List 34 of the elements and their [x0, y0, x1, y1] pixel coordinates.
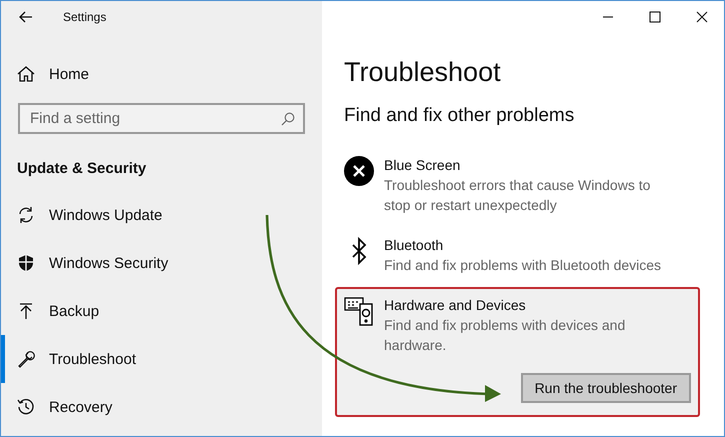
sidebar-item[interactable]: Troubleshoot	[1, 335, 322, 383]
close-icon[interactable]	[696, 11, 708, 23]
troubleshooter-item[interactable]: Bluetooth Find and fix problems with Bluetooth devices	[335, 227, 700, 287]
item-description: Find and fix problems with devices and hardware.	[384, 316, 626, 355]
section-heading: Find and fix other problems	[344, 105, 576, 127]
page-title: Troubleshoot	[344, 56, 502, 88]
maximize-icon[interactable]	[649, 11, 661, 23]
close-icon	[344, 156, 374, 186]
item-title: Blue Screen	[384, 156, 462, 175]
back-arrow-icon	[19, 11, 33, 23]
sidebar-item[interactable]: Backup	[1, 287, 322, 335]
window-title: Settings	[63, 10, 106, 24]
search-icon	[281, 112, 295, 126]
refresh-icon	[17, 206, 35, 224]
back-button[interactable]	[19, 11, 33, 23]
run-troubleshooter-button[interactable]: Run the troubleshooter	[520, 373, 691, 403]
shield-icon	[17, 254, 35, 272]
item-description: Troubleshoot errors that cause Windows to stop or restart unexpectedly	[384, 176, 652, 215]
item-title: Hardware and Devices	[384, 296, 527, 315]
sidebar-item[interactable]: Windows Update	[1, 191, 322, 239]
troubleshooter-item[interactable]: Blue Screen Troubleshoot errors that cause Windows to stop or restart unexpectedly	[335, 147, 700, 227]
search-field[interactable]: Find a setting	[18, 103, 305, 134]
sidebar-item[interactable]: Recovery	[1, 383, 322, 431]
home-icon	[17, 65, 35, 83]
upload-arrow-icon	[17, 302, 35, 320]
item-description: Find and fix problems with Bluetooth devices	[384, 256, 662, 275]
item-title: Bluetooth	[384, 236, 444, 255]
section-heading: Update & Security	[17, 160, 148, 177]
sidebar-item[interactable]: Windows Security	[1, 239, 322, 287]
wrench-icon	[17, 350, 35, 368]
history-icon	[17, 398, 35, 416]
home-link[interactable]: Home	[1, 49, 322, 99]
troubleshooter-item[interactable]: Hardware and Devices Find and fix problems with devices and hardware. Run the troubleshooter	[335, 287, 700, 417]
keyboard-speaker-icon	[344, 296, 374, 326]
